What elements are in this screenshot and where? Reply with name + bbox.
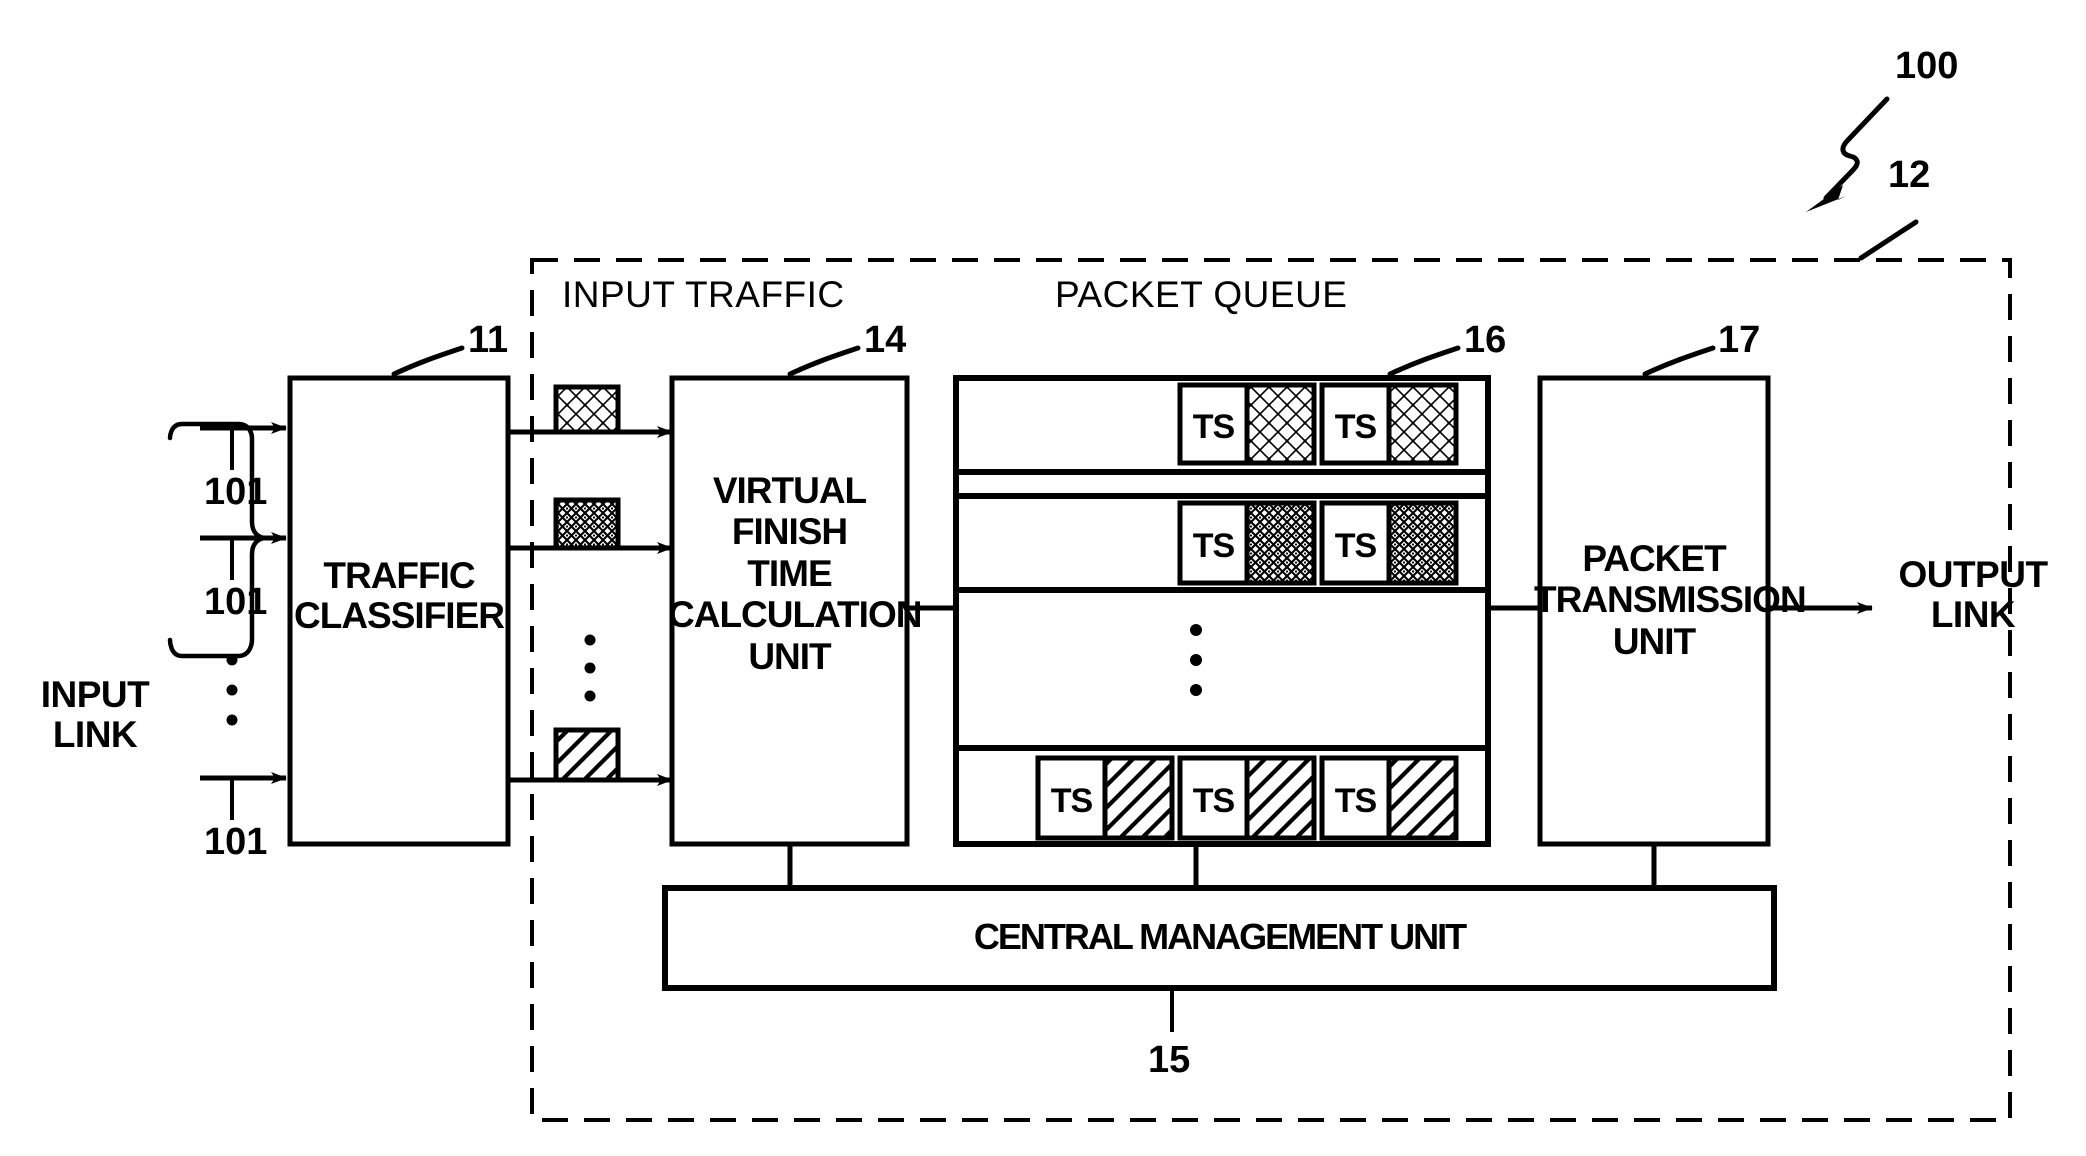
central-management-unit-label: CENTRAL MANAGEMENT UNIT — [973, 916, 1467, 957]
input-link-text: INPUT LINK — [40, 673, 150, 755]
traffic-classifier-label: TRAFFIC CLASSIFIER — [294, 555, 505, 636]
ts-label: TS — [1192, 527, 1235, 565]
figure-canvas: 100 12 INPUT TRAFFIC PACKET QUEUE 101 IN… — [0, 0, 2086, 1156]
ref-100-label: 100 — [1895, 45, 1959, 87]
virtual-finish-time-unit-label: VIRTUAL FINISH TIME CALCULATION UNIT — [668, 470, 922, 677]
ref-101-label-1: 101 — [204, 471, 268, 513]
ref-15-label: 15 — [1148, 1039, 1191, 1081]
ts-label: TS — [1334, 527, 1377, 565]
ref-11-label: 11 — [468, 319, 509, 361]
ref-101-label-3: 101 — [204, 821, 268, 863]
ts-label: TS — [1192, 782, 1235, 820]
ref-16-label: 16 — [1464, 319, 1507, 361]
ts-label: TS — [1192, 408, 1235, 446]
input-packet-2 — [553, 497, 621, 551]
ref-17-label: 17 — [1718, 319, 1761, 361]
ref-101-label-2: 101 — [204, 581, 268, 623]
input-traffic-section-label: INPUT TRAFFIC — [562, 274, 845, 315]
input-link-label: 101 INPUT LINK — [20, 555, 170, 835]
input-packet-1 — [553, 384, 621, 435]
ref-100-leader — [1806, 96, 1890, 212]
ts-label: TS — [1334, 782, 1377, 820]
ts-label: TS — [1050, 782, 1093, 820]
ts-label: TS — [1334, 408, 1377, 446]
ref-12-leader — [1858, 219, 1919, 261]
packet-transmission-unit-label: PACKET TRANSMISSION UNIT — [1534, 538, 1807, 662]
ref-12-label: 12 — [1888, 154, 1931, 196]
input-packet-3 — [553, 727, 621, 783]
ref-14-label: 14 — [864, 319, 907, 361]
output-link-label: OUTPUT LINK — [1898, 554, 2048, 635]
packet-queue-section-label: PACKET QUEUE — [1055, 274, 1348, 315]
